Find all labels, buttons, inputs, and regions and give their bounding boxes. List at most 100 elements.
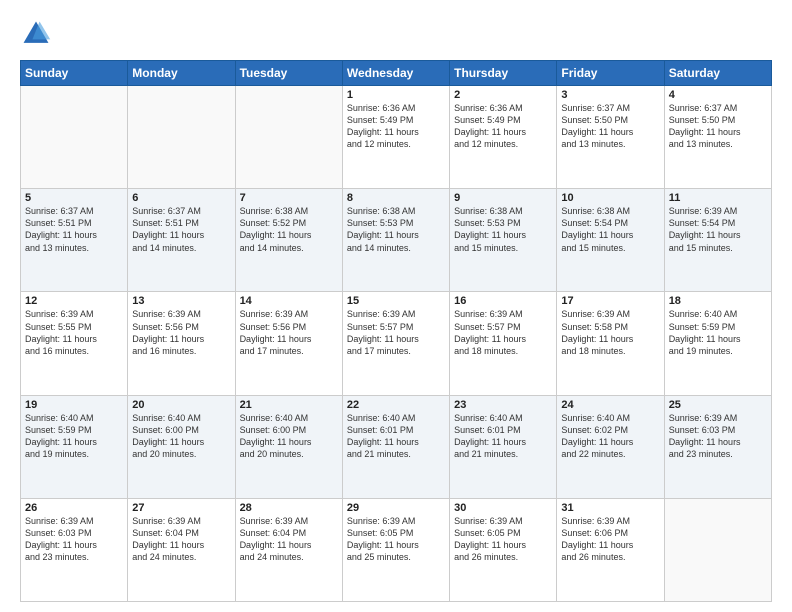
week-row-5: 26Sunrise: 6:39 AM Sunset: 6:03 PM Dayli… [21,498,772,601]
page: SundayMondayTuesdayWednesdayThursdayFrid… [0,0,792,612]
day-number: 7 [240,192,338,204]
empty-cell [21,86,128,189]
day-cell-16: 16Sunrise: 6:39 AM Sunset: 5:57 PM Dayli… [450,292,557,395]
day-cell-8: 8Sunrise: 6:38 AM Sunset: 5:53 PM Daylig… [342,189,449,292]
day-cell-21: 21Sunrise: 6:40 AM Sunset: 6:00 PM Dayli… [235,395,342,498]
day-info: Sunrise: 6:40 AM Sunset: 6:01 PM Dayligh… [454,412,552,461]
day-cell-28: 28Sunrise: 6:39 AM Sunset: 6:04 PM Dayli… [235,498,342,601]
day-number: 9 [454,192,552,204]
day-info: Sunrise: 6:40 AM Sunset: 6:01 PM Dayligh… [347,412,445,461]
day-cell-10: 10Sunrise: 6:38 AM Sunset: 5:54 PM Dayli… [557,189,664,292]
day-info: Sunrise: 6:38 AM Sunset: 5:54 PM Dayligh… [561,205,659,254]
day-info: Sunrise: 6:39 AM Sunset: 6:05 PM Dayligh… [347,515,445,564]
day-info: Sunrise: 6:40 AM Sunset: 6:00 PM Dayligh… [132,412,230,461]
day-cell-19: 19Sunrise: 6:40 AM Sunset: 5:59 PM Dayli… [21,395,128,498]
day-number: 12 [25,295,123,307]
day-info: Sunrise: 6:40 AM Sunset: 5:59 PM Dayligh… [669,308,767,357]
day-info: Sunrise: 6:37 AM Sunset: 5:51 PM Dayligh… [132,205,230,254]
day-info: Sunrise: 6:38 AM Sunset: 5:53 PM Dayligh… [454,205,552,254]
day-cell-5: 5Sunrise: 6:37 AM Sunset: 5:51 PM Daylig… [21,189,128,292]
day-number: 13 [132,295,230,307]
day-number: 6 [132,192,230,204]
day-info: Sunrise: 6:39 AM Sunset: 5:55 PM Dayligh… [25,308,123,357]
day-info: Sunrise: 6:39 AM Sunset: 5:57 PM Dayligh… [454,308,552,357]
weekday-saturday: Saturday [664,61,771,86]
day-info: Sunrise: 6:40 AM Sunset: 5:59 PM Dayligh… [25,412,123,461]
day-info: Sunrise: 6:39 AM Sunset: 5:58 PM Dayligh… [561,308,659,357]
day-info: Sunrise: 6:39 AM Sunset: 6:04 PM Dayligh… [132,515,230,564]
calendar-table: SundayMondayTuesdayWednesdayThursdayFrid… [20,60,772,602]
day-cell-3: 3Sunrise: 6:37 AM Sunset: 5:50 PM Daylig… [557,86,664,189]
day-cell-23: 23Sunrise: 6:40 AM Sunset: 6:01 PM Dayli… [450,395,557,498]
day-number: 21 [240,399,338,411]
day-info: Sunrise: 6:39 AM Sunset: 5:56 PM Dayligh… [240,308,338,357]
day-number: 10 [561,192,659,204]
empty-cell [664,498,771,601]
day-info: Sunrise: 6:39 AM Sunset: 6:06 PM Dayligh… [561,515,659,564]
day-cell-26: 26Sunrise: 6:39 AM Sunset: 6:03 PM Dayli… [21,498,128,601]
day-info: Sunrise: 6:39 AM Sunset: 6:05 PM Dayligh… [454,515,552,564]
day-cell-9: 9Sunrise: 6:38 AM Sunset: 5:53 PM Daylig… [450,189,557,292]
week-row-1: 1Sunrise: 6:36 AM Sunset: 5:49 PM Daylig… [21,86,772,189]
day-cell-4: 4Sunrise: 6:37 AM Sunset: 5:50 PM Daylig… [664,86,771,189]
day-cell-13: 13Sunrise: 6:39 AM Sunset: 5:56 PM Dayli… [128,292,235,395]
day-number: 11 [669,192,767,204]
day-cell-31: 31Sunrise: 6:39 AM Sunset: 6:06 PM Dayli… [557,498,664,601]
day-cell-15: 15Sunrise: 6:39 AM Sunset: 5:57 PM Dayli… [342,292,449,395]
day-cell-17: 17Sunrise: 6:39 AM Sunset: 5:58 PM Dayli… [557,292,664,395]
day-number: 15 [347,295,445,307]
day-number: 31 [561,502,659,514]
weekday-thursday: Thursday [450,61,557,86]
day-cell-24: 24Sunrise: 6:40 AM Sunset: 6:02 PM Dayli… [557,395,664,498]
day-info: Sunrise: 6:38 AM Sunset: 5:53 PM Dayligh… [347,205,445,254]
weekday-tuesday: Tuesday [235,61,342,86]
day-cell-1: 1Sunrise: 6:36 AM Sunset: 5:49 PM Daylig… [342,86,449,189]
day-info: Sunrise: 6:37 AM Sunset: 5:50 PM Dayligh… [561,102,659,151]
day-info: Sunrise: 6:39 AM Sunset: 5:54 PM Dayligh… [669,205,767,254]
day-number: 24 [561,399,659,411]
day-info: Sunrise: 6:39 AM Sunset: 6:03 PM Dayligh… [669,412,767,461]
day-info: Sunrise: 6:36 AM Sunset: 5:49 PM Dayligh… [347,102,445,151]
weekday-sunday: Sunday [21,61,128,86]
day-number: 5 [25,192,123,204]
logo-icon [20,18,52,50]
empty-cell [235,86,342,189]
day-number: 17 [561,295,659,307]
day-info: Sunrise: 6:37 AM Sunset: 5:50 PM Dayligh… [669,102,767,151]
day-cell-14: 14Sunrise: 6:39 AM Sunset: 5:56 PM Dayli… [235,292,342,395]
day-number: 30 [454,502,552,514]
day-cell-2: 2Sunrise: 6:36 AM Sunset: 5:49 PM Daylig… [450,86,557,189]
weekday-header-row: SundayMondayTuesdayWednesdayThursdayFrid… [21,61,772,86]
logo [20,18,56,50]
day-number: 16 [454,295,552,307]
day-number: 20 [132,399,230,411]
day-info: Sunrise: 6:39 AM Sunset: 5:57 PM Dayligh… [347,308,445,357]
day-cell-22: 22Sunrise: 6:40 AM Sunset: 6:01 PM Dayli… [342,395,449,498]
day-number: 3 [561,89,659,101]
day-number: 28 [240,502,338,514]
day-number: 18 [669,295,767,307]
day-cell-6: 6Sunrise: 6:37 AM Sunset: 5:51 PM Daylig… [128,189,235,292]
day-number: 8 [347,192,445,204]
weekday-wednesday: Wednesday [342,61,449,86]
day-number: 26 [25,502,123,514]
day-number: 22 [347,399,445,411]
day-cell-7: 7Sunrise: 6:38 AM Sunset: 5:52 PM Daylig… [235,189,342,292]
weekday-monday: Monday [128,61,235,86]
header [20,18,772,50]
day-number: 1 [347,89,445,101]
day-info: Sunrise: 6:40 AM Sunset: 6:02 PM Dayligh… [561,412,659,461]
day-number: 27 [132,502,230,514]
day-cell-27: 27Sunrise: 6:39 AM Sunset: 6:04 PM Dayli… [128,498,235,601]
day-number: 14 [240,295,338,307]
day-cell-29: 29Sunrise: 6:39 AM Sunset: 6:05 PM Dayli… [342,498,449,601]
day-cell-20: 20Sunrise: 6:40 AM Sunset: 6:00 PM Dayli… [128,395,235,498]
day-number: 29 [347,502,445,514]
day-number: 2 [454,89,552,101]
day-info: Sunrise: 6:38 AM Sunset: 5:52 PM Dayligh… [240,205,338,254]
day-info: Sunrise: 6:40 AM Sunset: 6:00 PM Dayligh… [240,412,338,461]
day-cell-25: 25Sunrise: 6:39 AM Sunset: 6:03 PM Dayli… [664,395,771,498]
day-info: Sunrise: 6:39 AM Sunset: 6:04 PM Dayligh… [240,515,338,564]
day-cell-30: 30Sunrise: 6:39 AM Sunset: 6:05 PM Dayli… [450,498,557,601]
day-number: 25 [669,399,767,411]
